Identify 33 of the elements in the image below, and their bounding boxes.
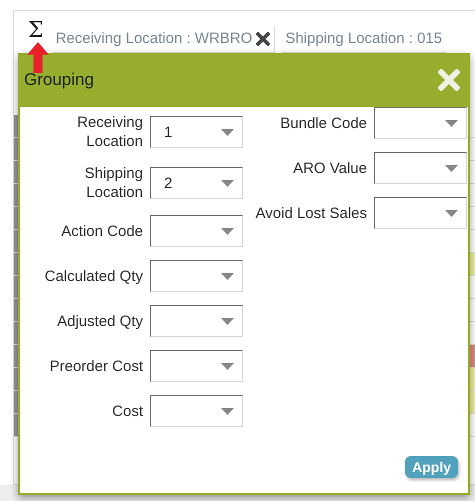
dropdown-field[interactable] [150,260,243,292]
dropdown-field[interactable]: 1 [150,116,243,148]
field-label: Calculated Qty [44,266,143,286]
arrow-icon [26,42,50,73]
dropdown-field[interactable] [374,107,467,139]
caret-icon [221,318,234,324]
dropdown-field[interactable] [150,395,243,427]
caret-icon [221,128,234,136]
field-label: Shipping Location [84,164,143,202]
field-label: Preorder Cost [48,356,143,376]
dropdown-field[interactable] [150,350,243,382]
field-label: Cost [111,402,143,420]
field-label: Action Code [60,222,143,240]
caret-icon [445,210,458,216]
dropdown-field[interactable] [374,197,467,229]
field-label: Adjusted Qty [56,312,143,330]
field-label: Bundle Code [279,114,367,132]
caret-icon [221,408,234,414]
close-icon[interactable] [256,32,270,46]
field-label: ARO Value [292,158,367,178]
caret-icon [445,120,458,126]
dropdown-field[interactable] [150,215,243,247]
dropdown-field[interactable] [374,152,467,184]
sigma-icon[interactable]: Σ [28,19,44,42]
dialog-title: Grouping [24,70,94,90]
dropdown-field[interactable] [150,305,243,337]
field-label: Avoid Lost Sales [254,204,367,222]
caret-icon [221,272,234,280]
caret-icon [221,228,234,234]
caret-icon [221,180,234,186]
dropdown-field[interactable]: 2 [150,167,243,199]
caret-icon [445,164,458,172]
field-label: Receiving Location [76,113,143,151]
